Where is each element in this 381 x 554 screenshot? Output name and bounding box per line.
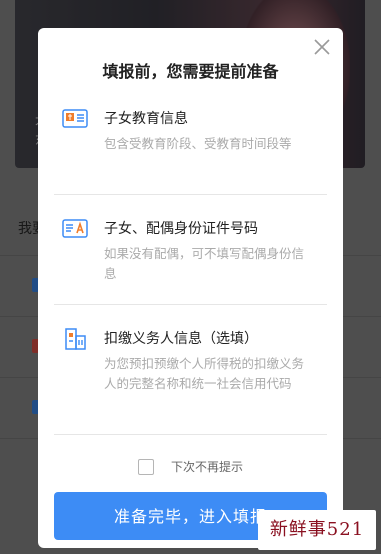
id-card-icon <box>62 109 88 128</box>
dont-show-again-label[interactable]: 下次不再提示 <box>171 458 243 475</box>
section-description: 为您预扣预缴个人所得税的扣缴义务人的完整名称和统一社会信用代码 <box>104 356 305 391</box>
section-title: 扣缴义务人信息（选填） <box>104 331 258 347</box>
watermark: 新鲜事521 <box>258 510 376 550</box>
preparation-dialog: 填报前，您需要提前准备 子女教育信息 包含受教育阶段、受教育时间段等 子女、配偶… <box>38 28 343 548</box>
section-title: 子女教育信息 <box>104 111 188 127</box>
dont-show-again-checkbox[interactable] <box>137 458 154 475</box>
section-description: 如果没有配偶，可不填写配偶身份信息 <box>104 246 305 281</box>
id-card-person-icon <box>62 219 88 238</box>
section-description: 包含受教育阶段、受教育时间段等 <box>104 136 292 151</box>
divider <box>54 194 327 195</box>
divider <box>54 434 327 435</box>
dialog-title: 填报前，您需要提前准备 <box>102 62 279 81</box>
close-icon[interactable] <box>313 38 331 56</box>
dont-show-again-row[interactable]: 下次不再提示 <box>38 456 343 476</box>
building-icon <box>65 328 86 350</box>
section-title: 子女、配偶身份证件号码 <box>104 221 258 237</box>
divider <box>54 304 327 305</box>
